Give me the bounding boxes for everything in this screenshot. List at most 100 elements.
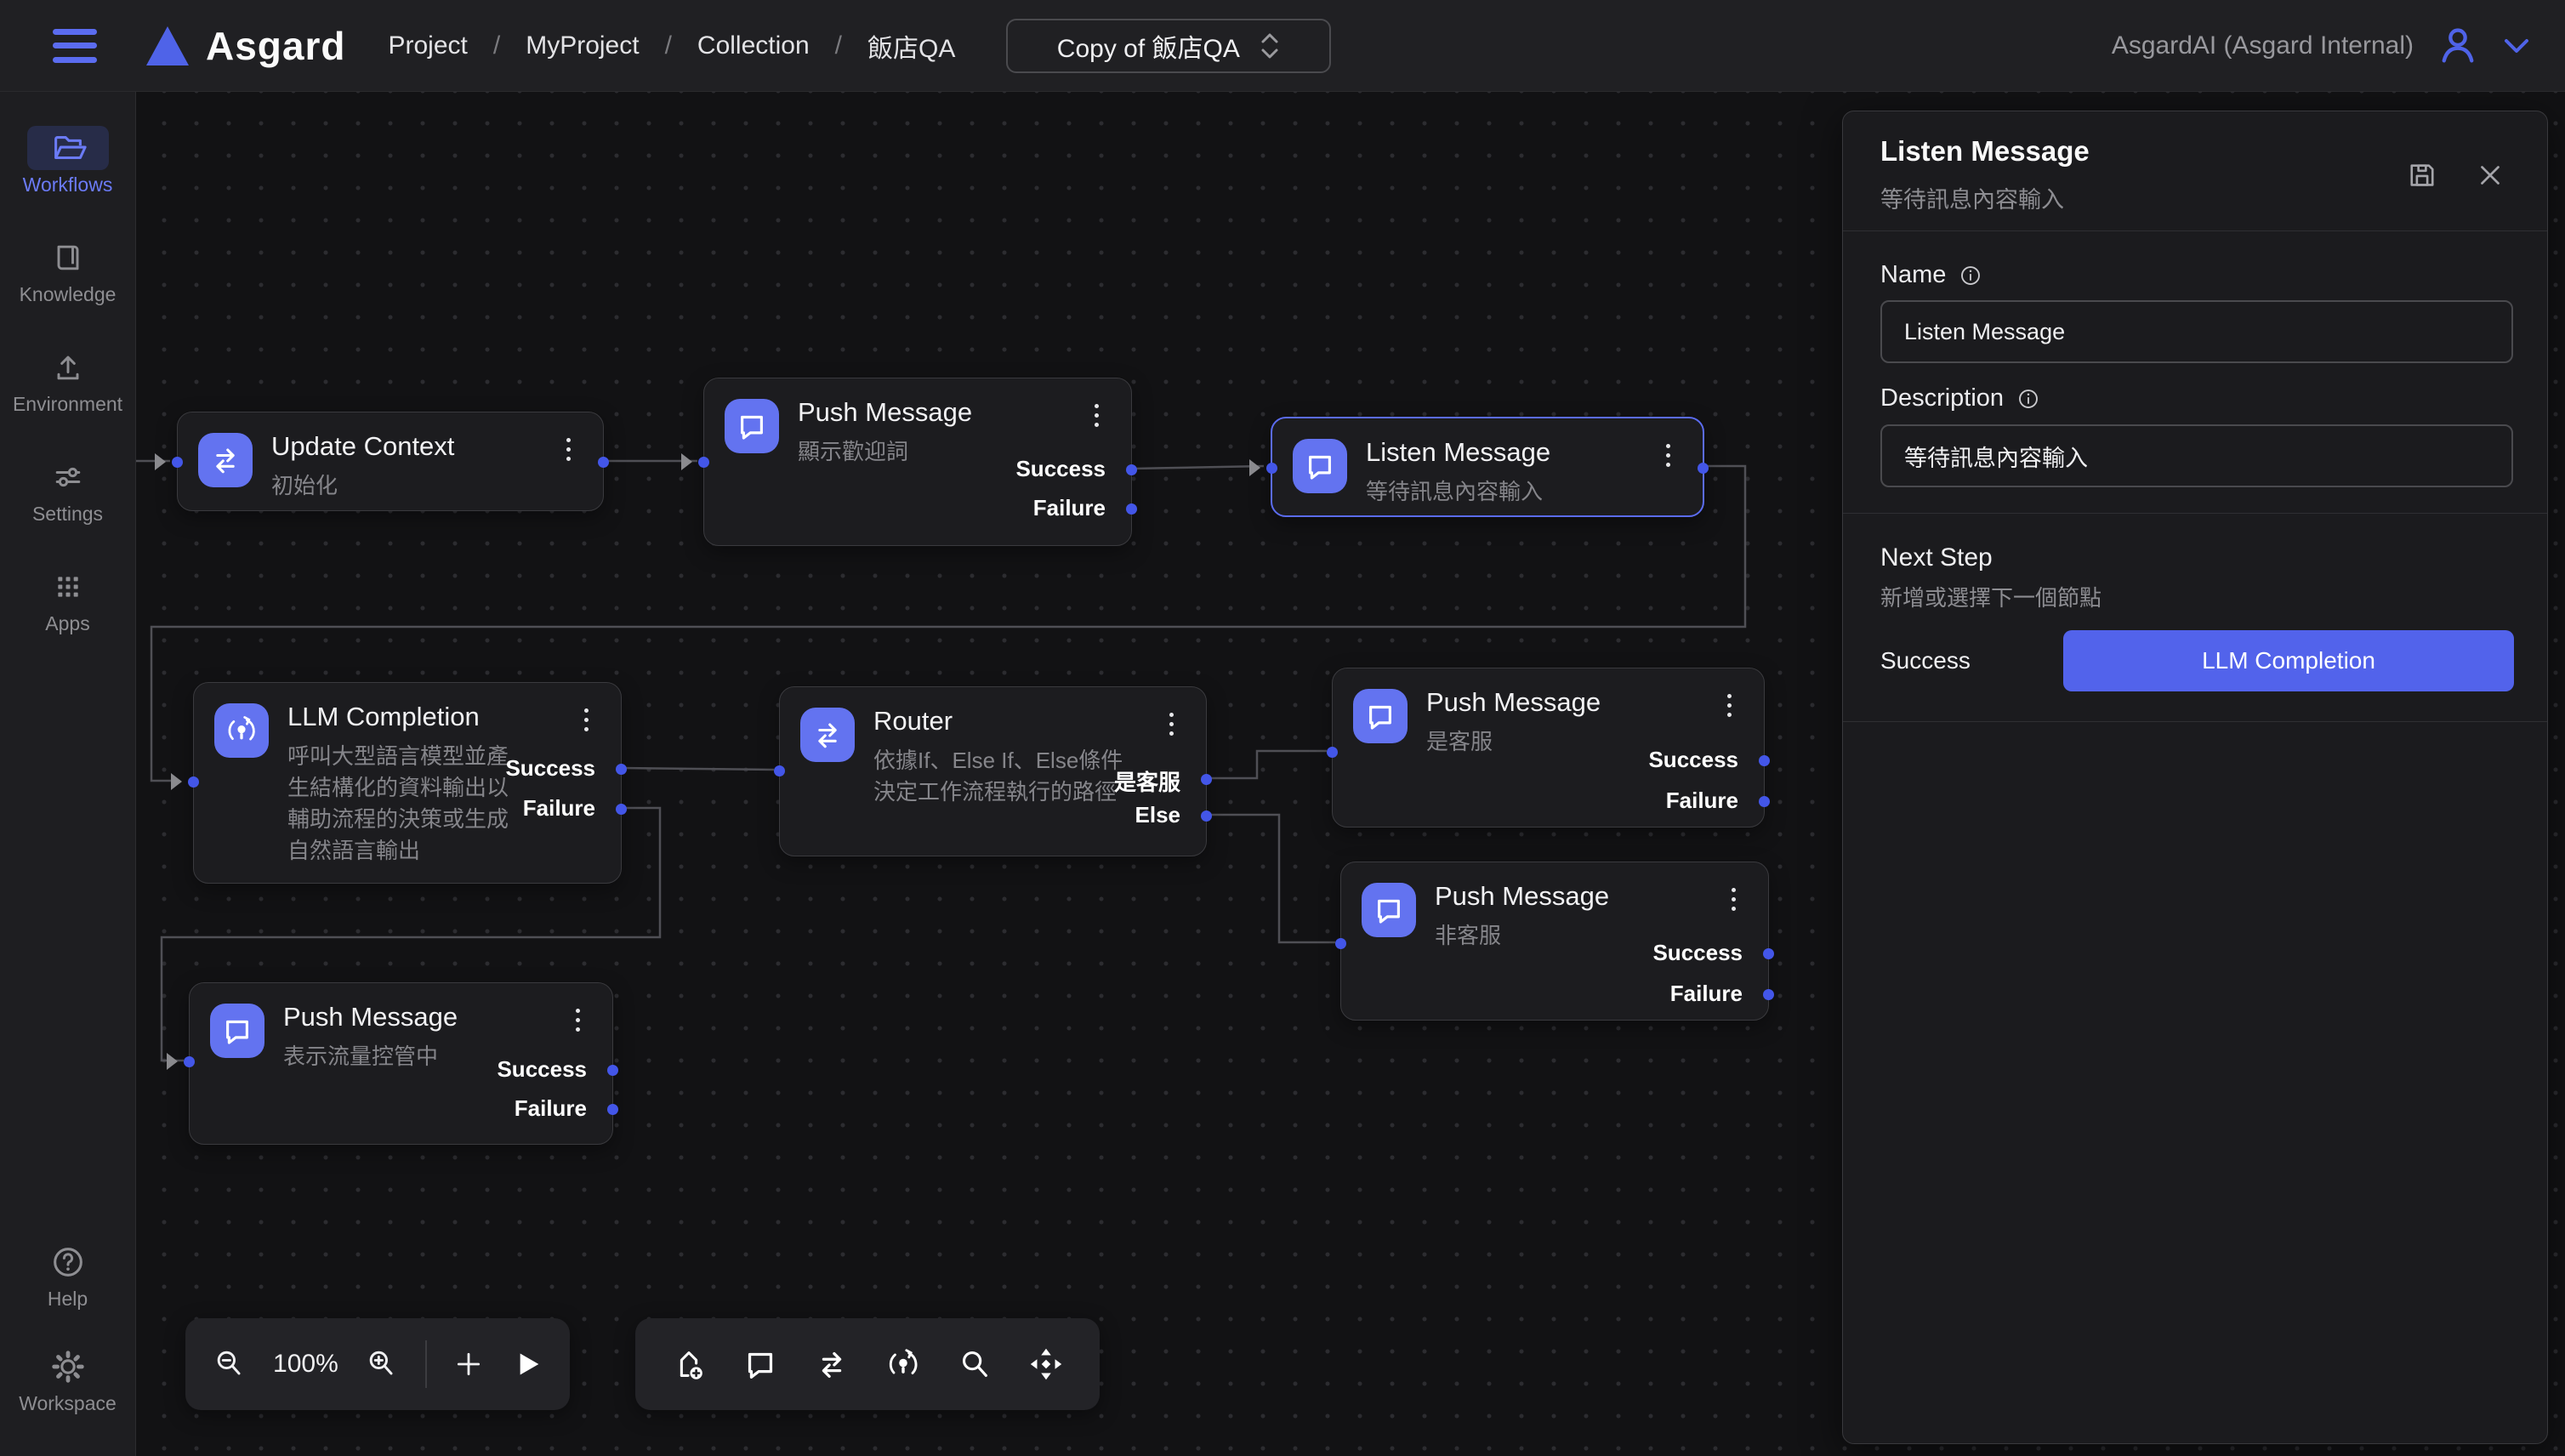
output-port-failure[interactable] [1126,503,1137,515]
play-button[interactable] [510,1347,544,1381]
hamburger-menu-icon[interactable] [53,29,97,63]
node-push-message-agent[interactable]: Push Message 是客服 Success Failure [1332,668,1765,828]
left-sidebar: Workflows Knowledge Environment [0,92,136,1456]
kebab-menu-icon[interactable] [1727,694,1732,717]
node-push-message-traffic[interactable]: Push Message 表示流量控管中 Success Failure [189,982,613,1145]
node-title: Push Message [283,1002,458,1032]
node-subtitle: 非客服 [1435,920,1501,952]
description-input[interactable] [1880,424,2513,487]
sidebar-item-knowledge[interactable]: Knowledge [0,236,136,306]
info-icon[interactable] [2016,386,2041,412]
sidebar-item-environment[interactable]: Environment [0,345,136,416]
sidebar-item-apps[interactable]: Apps [0,565,136,635]
sidebar-item-workflows[interactable]: Workflows [0,126,136,196]
input-port[interactable] [774,765,785,776]
input-port[interactable] [698,457,709,468]
next-step-node-button[interactable]: LLM Completion [2063,630,2514,691]
breadcrumb-separator: / [835,31,842,60]
input-port[interactable] [1266,463,1277,474]
output-port-success[interactable] [1126,464,1137,475]
output-port-failure[interactable] [1763,989,1774,1000]
node-subtitle: 呼叫大型語言模型並產生結構化的資料輸出以輔助流程的決策或生成自然語言輸出 [287,741,514,867]
breadcrumb-myproject[interactable]: MyProject [526,31,639,60]
node-update-context[interactable]: Update Context 初始化 [177,412,604,511]
output-port-failure[interactable] [607,1104,618,1115]
kebab-menu-icon[interactable] [566,438,571,461]
sidebar-item-help[interactable]: Help [0,1240,136,1311]
sidebar-label: Knowledge [20,283,117,306]
next-step-title: Next Step [1880,543,1993,572]
kebab-menu-icon[interactable] [576,1009,580,1032]
output-port-success[interactable] [607,1065,618,1076]
output-port[interactable] [598,457,609,468]
output-port[interactable] [1698,463,1709,474]
output-port-failure[interactable] [616,804,627,815]
kebab-menu-icon[interactable] [1666,444,1670,467]
sidebar-label: Help [48,1288,88,1311]
breadcrumb-workflow[interactable]: 飯店QA [867,27,955,65]
user-icon[interactable] [2436,24,2480,68]
input-port[interactable] [188,776,199,788]
llm-node-button[interactable] [884,1345,923,1384]
output-port-success[interactable] [1759,755,1770,766]
node-listen-message[interactable]: Listen Message 等待訊息內容輸入 [1271,417,1704,517]
output-port-success[interactable] [616,764,627,775]
output-port-iskefu[interactable] [1201,774,1212,785]
kebab-menu-icon[interactable] [1169,713,1174,736]
kebab-menu-icon[interactable] [584,708,589,731]
node-subtitle: 表示流量控管中 [283,1041,438,1072]
output-label-success: Success [1648,747,1738,773]
breadcrumb-collection[interactable]: Collection [697,31,810,60]
kebab-menu-icon[interactable] [1732,888,1736,911]
sidebar-label: Environment [13,393,122,416]
add-button[interactable] [452,1347,486,1381]
input-arrow-icon [681,453,692,470]
output-port-success[interactable] [1763,948,1774,959]
output-label-success: Success [505,755,595,782]
sliders-icon [49,458,87,496]
node-llm-completion[interactable]: LLM Completion 呼叫大型語言模型並產生結構化的資料輸出以輔助流程的… [193,682,622,884]
input-port[interactable] [1327,747,1338,758]
save-icon[interactable] [2404,157,2440,197]
sidebar-label: Workflows [23,173,113,196]
zoom-in-button[interactable] [363,1345,401,1383]
add-node-button[interactable] [669,1345,708,1384]
workflow-selector-dropdown[interactable]: Copy of 飯店QA [1006,19,1331,73]
node-subtitle: 是客服 [1426,726,1493,758]
book-icon [49,239,87,276]
breadcrumb-project[interactable]: Project [388,31,467,60]
sidebar-item-workspace[interactable]: Workspace [0,1345,136,1415]
input-port[interactable] [172,457,183,468]
grid-dots-icon [51,570,85,604]
node-router[interactable]: Router 依據If、Else If、Else條件決定工作流程執行的路徑 是客… [779,686,1207,856]
chat-bubble-node-button[interactable] [741,1345,780,1384]
kebab-menu-icon[interactable] [1095,404,1099,427]
swap-arrows-icon [198,433,253,487]
output-port-failure[interactable] [1759,796,1770,807]
sidebar-item-settings[interactable]: Settings [0,455,136,526]
chat-bubble-icon [210,1004,264,1058]
sidebar-label: Workspace [19,1392,117,1415]
fit-view-button[interactable] [1027,1345,1066,1384]
next-step-subtitle: 新增或選擇下一個節點 [1880,581,2101,612]
node-push-message-welcome[interactable]: Push Message 顯示歡迎詞 Success Failure [703,378,1132,546]
input-port[interactable] [1335,938,1346,949]
node-subtitle: 初始化 [271,470,338,502]
input-port[interactable] [184,1056,195,1067]
search-button[interactable] [955,1345,994,1384]
close-icon[interactable] [2474,159,2506,196]
name-input[interactable] [1880,300,2513,363]
node-push-message-nonagent[interactable]: Push Message 非客服 Success Failure [1340,862,1769,1021]
name-field-label: Name [1880,261,1983,289]
chat-bubble-icon [725,399,779,453]
gear-icon [48,1347,88,1386]
zoom-out-button[interactable] [211,1345,248,1383]
output-port-else[interactable] [1201,810,1212,822]
panel-subtitle: 等待訊息內容輸入 [1880,181,2064,214]
sidebar-label: Apps [45,612,89,635]
swap-arrows-node-button[interactable] [812,1345,851,1384]
chevron-down-icon[interactable] [2502,36,2531,56]
info-icon[interactable] [1958,263,1983,288]
node-title: Push Message [1435,881,1609,912]
output-label-success: Success [1652,940,1743,966]
